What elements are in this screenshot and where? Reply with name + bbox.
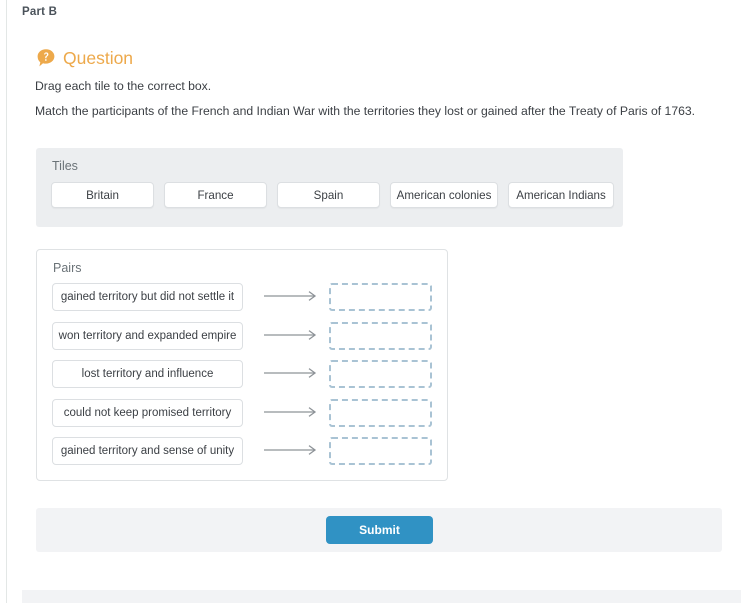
tile-spain[interactable]: Spain: [277, 182, 380, 208]
pair-label-text: gained territory and sense of unity: [60, 445, 235, 457]
question-header: Question: [36, 48, 133, 68]
pair-label-won-territory-and-expanded-empire: won territory and expanded empire: [52, 321, 243, 350]
question-prompt-text: Match the participants of the French and…: [35, 104, 696, 118]
drop-zone-3[interactable]: [329, 360, 432, 388]
part-heading: Part B: [22, 6, 58, 18]
tiles-panel-label: Tiles: [52, 159, 78, 173]
tile-britain[interactable]: Britain: [51, 182, 154, 208]
pair-label-gained-territory-and-sense-of-unity: gained territory and sense of unity: [52, 437, 243, 465]
arrow-right-icon: [263, 405, 321, 419]
tile-label: American colonies: [396, 188, 492, 202]
drop-zone-5[interactable]: [329, 437, 432, 465]
question-page: Part B Question Drag each tile to the co…: [0, 0, 741, 603]
pair-label-text: won territory and expanded empire: [58, 329, 237, 342]
tile-label: American Indians: [516, 188, 606, 202]
tile-american-indians[interactable]: American Indians: [508, 182, 614, 208]
tile-label: France: [197, 188, 234, 202]
submit-bar: Submit: [36, 508, 722, 552]
drag-instruction-text: Drag each tile to the correct box.: [35, 79, 212, 93]
pair-label-text: lost territory and influence: [81, 368, 214, 380]
question-heading: Question: [63, 48, 134, 68]
pair-row: won territory and expanded empire: [52, 321, 448, 361]
pair-row: lost territory and influence: [52, 360, 448, 399]
arrow-right-icon: [263, 366, 321, 380]
question-mark-bubble-icon: [36, 48, 56, 68]
tile-france[interactable]: France: [164, 182, 267, 208]
pair-label-text: gained territory but did not settle it: [60, 291, 235, 303]
tile-american-colonies[interactable]: American colonies: [390, 182, 498, 208]
pair-row: gained territory but did not settle it: [52, 283, 448, 322]
drop-zone-2[interactable]: [329, 321, 432, 350]
pair-label-text: could not keep promised territory: [63, 406, 232, 419]
arrow-right-icon: [263, 289, 321, 303]
tile-label: Britain: [86, 188, 119, 202]
drop-zone-4[interactable]: [329, 398, 432, 427]
pairs-list: gained territory but did not settle it w…: [52, 283, 448, 476]
arrow-right-icon: [263, 443, 321, 457]
arrow-right-icon: [263, 328, 321, 342]
tiles-list: Britain France Spain American colonies A…: [51, 182, 614, 208]
pair-label-could-not-keep-promised-territory: could not keep promised territory: [52, 398, 243, 427]
pair-label-lost-territory-and-influence: lost territory and influence: [52, 360, 243, 388]
pair-row: could not keep promised territory: [52, 398, 448, 438]
tiles-panel: Tiles Britain France Spain American colo…: [36, 148, 623, 227]
pair-label-gained-territory-but-did-not-settle-it: gained territory but did not settle it: [52, 283, 243, 311]
pairs-panel-label: Pairs: [53, 261, 82, 275]
pair-row: gained territory and sense of unity: [52, 437, 448, 476]
pairs-panel: Pairs gained territory but did not settl…: [36, 249, 448, 481]
bottom-strip: [22, 590, 741, 603]
drop-zone-1[interactable]: [329, 283, 432, 311]
submit-button[interactable]: Submit: [326, 516, 433, 544]
tile-label: Spain: [313, 188, 344, 202]
